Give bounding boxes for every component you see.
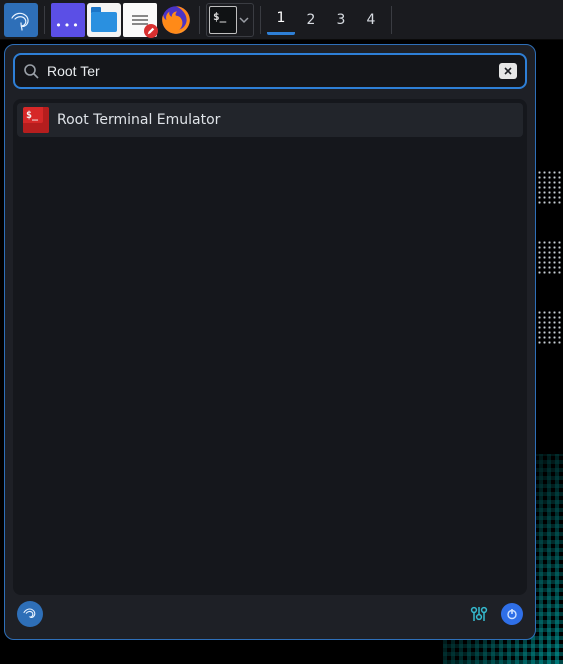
clear-search-button[interactable] [499, 63, 517, 79]
show-desktop-icon: ••• [51, 19, 85, 32]
taskbar-separator [199, 6, 200, 34]
taskbar: ••• $_ 1 2 3 4 [0, 0, 563, 40]
terminal-icon: $_ [209, 6, 237, 34]
workspace-4[interactable]: 4 [357, 5, 385, 35]
kali-user-icon [21, 605, 39, 623]
edit-badge-icon [144, 24, 158, 38]
application-launcher: $_ Root Terminal Emulator [4, 44, 536, 640]
text-editor-button[interactable] [123, 3, 157, 37]
app-menu-button[interactable] [4, 3, 38, 37]
kali-dragon-icon [9, 8, 33, 32]
workspace-1[interactable]: 1 [267, 5, 295, 35]
taskbar-separator [44, 6, 45, 34]
power-button[interactable] [501, 603, 523, 625]
launcher-results: $_ Root Terminal Emulator [13, 99, 527, 595]
folder-body-icon [91, 12, 117, 32]
taskbar-separator [391, 6, 392, 34]
firefox-icon [159, 3, 193, 37]
result-label: Root Terminal Emulator [57, 112, 220, 128]
search-icon [23, 63, 39, 79]
launcher-search-input[interactable] [47, 63, 491, 79]
user-session-button[interactable] [17, 601, 43, 627]
taskbar-separator [260, 6, 261, 34]
power-icon [506, 608, 518, 620]
workspace-switcher: 1 2 3 4 [267, 5, 385, 35]
show-desktop-button[interactable]: ••• [51, 3, 85, 37]
settings-sliders-icon[interactable] [469, 604, 489, 624]
chevron-down-icon[interactable] [239, 15, 249, 25]
launcher-search-row [13, 53, 527, 89]
launcher-footer [13, 595, 527, 633]
workspace-3[interactable]: 3 [327, 5, 355, 35]
firefox-button[interactable] [159, 3, 193, 37]
backspace-x-icon [503, 66, 513, 76]
running-terminal-window[interactable]: $_ [206, 3, 254, 37]
result-root-terminal-emulator[interactable]: $_ Root Terminal Emulator [17, 103, 523, 137]
text-editor-icon [132, 15, 148, 17]
workspace-2[interactable]: 2 [297, 5, 325, 35]
file-manager-button[interactable] [87, 3, 121, 37]
root-terminal-icon: $_ [23, 107, 49, 133]
